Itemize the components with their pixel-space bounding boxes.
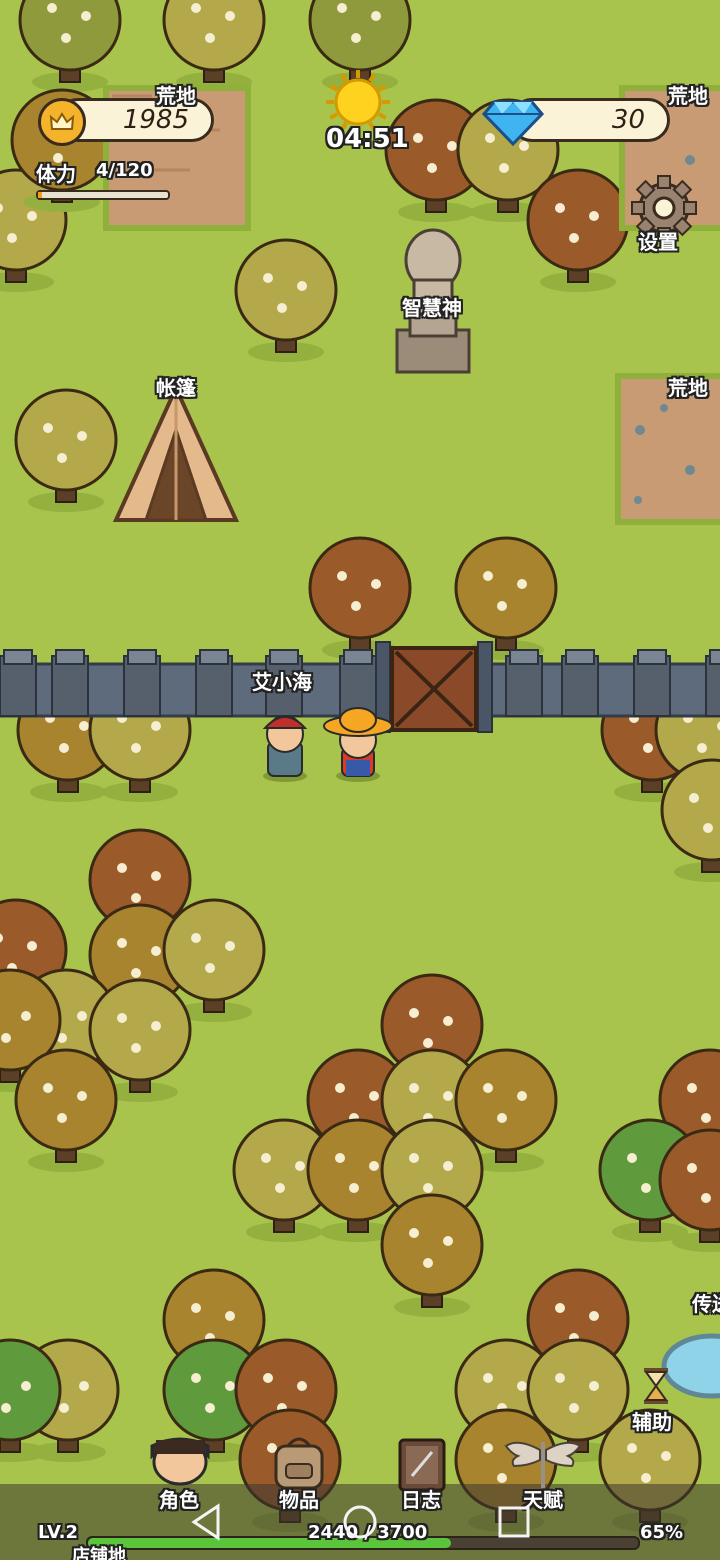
journal-icon	[398, 1438, 446, 1492]
nav-items-label: 物品	[279, 1488, 319, 1512]
wall-pillar	[505, 649, 543, 717]
gold-coin-icon	[38, 98, 86, 146]
wasteland-label-top-left[interactable]: 荒地	[156, 80, 196, 109]
wasteland-label-top-right[interactable]: 荒地	[668, 80, 708, 109]
bottom-place-label: 店铺地	[72, 1546, 126, 1560]
companion-character	[262, 715, 308, 782]
tent-label[interactable]: 帐篷	[156, 372, 196, 401]
backpack-icon	[274, 1437, 324, 1490]
system-back-button[interactable]	[186, 1500, 226, 1544]
wall-pillar	[51, 649, 89, 717]
wall-pillar	[0, 649, 37, 717]
wasteland-label-mid-right[interactable]: 荒地	[668, 372, 708, 401]
statue-label[interactable]: 智慧神	[402, 292, 462, 321]
diamond-icon	[482, 100, 544, 146]
game-clock: 04:51	[326, 124, 409, 154]
hourglass-icon	[644, 1368, 668, 1404]
tree	[162, 0, 266, 92]
wall-pillar	[339, 649, 377, 717]
wall-pillar	[561, 649, 599, 717]
npc-name-label[interactable]: 艾小海	[252, 666, 312, 695]
stamina-bar	[36, 190, 170, 200]
stamina-value: 4/120	[96, 160, 153, 181]
settings-label: 设置	[638, 230, 678, 254]
wall-pillar	[633, 649, 671, 717]
level-label: LV.2	[38, 1522, 78, 1543]
wall-pillar	[123, 649, 161, 717]
character-icon	[150, 1437, 210, 1486]
wall-pillar	[705, 649, 720, 717]
game-map[interactable]: 1985 30 04:51 体力 4/120 荒地 荒地 荒地 帐篷 智慧神 艾…	[0, 0, 720, 1560]
xp-percent: 65%	[640, 1522, 684, 1543]
wooden-gate	[375, 641, 493, 733]
tree	[308, 0, 412, 92]
gold-amount: 1985	[122, 105, 189, 135]
nav-items[interactable]: 物品	[244, 1432, 354, 1522]
stamina-label: 体力	[36, 162, 76, 186]
assist-button[interactable]: 辅助	[628, 1366, 684, 1436]
nav-journal-label: 日志	[401, 1488, 441, 1512]
assist-label: 辅助	[632, 1410, 672, 1434]
world-layer	[0, 0, 720, 1560]
system-home-button[interactable]	[340, 1500, 380, 1544]
settings-button[interactable]: 设置	[626, 170, 702, 260]
wall-pillar	[195, 649, 233, 717]
tree	[18, 0, 122, 92]
gem-amount: 30	[611, 105, 645, 135]
teleport-label[interactable]: 传送	[692, 1288, 720, 1317]
talent-wings-icon	[504, 1441, 582, 1488]
system-recents-button[interactable]	[494, 1500, 534, 1544]
nav-journal[interactable]: 日志	[366, 1432, 476, 1522]
